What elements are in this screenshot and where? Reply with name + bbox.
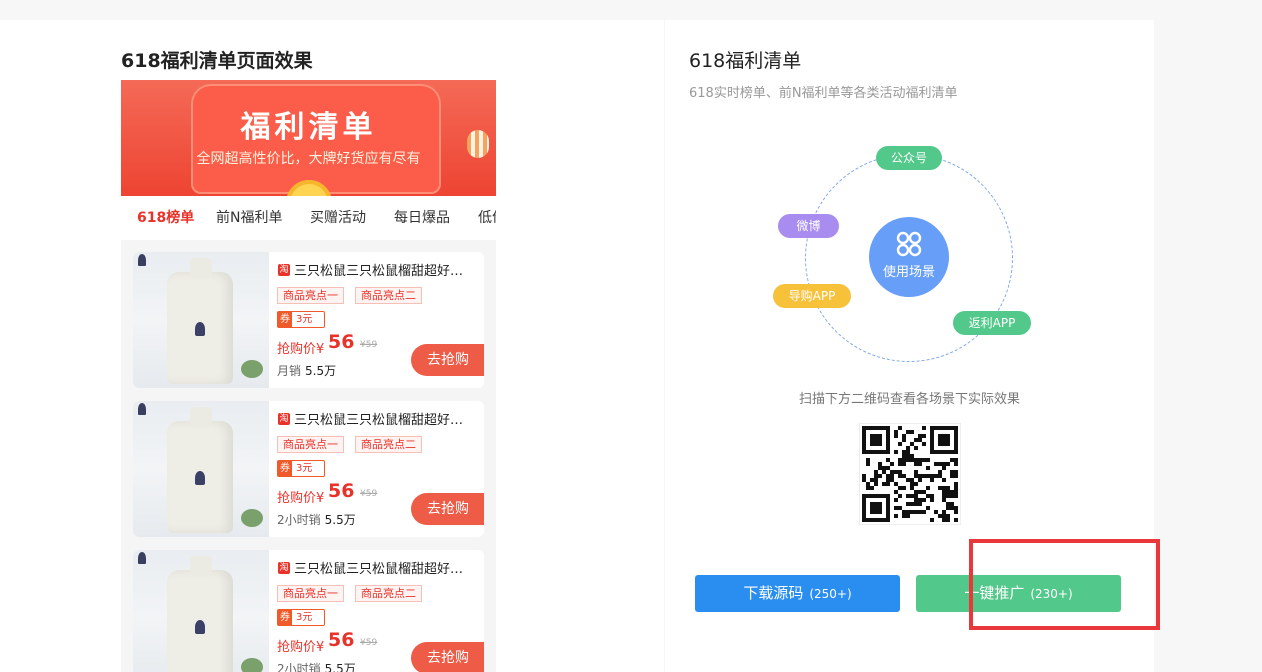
download-count: (250+) [809, 587, 852, 601]
coupon-value: 3元 [296, 314, 313, 325]
feature-tag: 商品亮点一 [277, 287, 344, 304]
balloon-icon [467, 130, 489, 158]
sales-value: 5.5万 [305, 364, 337, 378]
price-value: 56 [328, 629, 355, 651]
taobao-icon: 淘 [278, 562, 290, 574]
qr-code [859, 423, 961, 525]
product-image [133, 252, 269, 388]
channel-wechat-official: 公众号 [876, 146, 942, 170]
coupon-value: 3元 [296, 463, 313, 474]
highlight-annotation [969, 539, 1160, 630]
price-value: 56 [328, 480, 355, 502]
coupon-label: 券 [278, 312, 292, 327]
product-card[interactable]: 淘 三只松鼠三只松鼠榴甜超好吃... 商品亮点一 商品亮点二 券 3元 抢购价¥… [133, 252, 484, 388]
tab-low-price[interactable]: 低价 [478, 196, 496, 240]
brand-logo-icon [138, 552, 146, 564]
channel-shopping-guide-app: 导购APP [773, 284, 851, 308]
qr-code-icon [862, 426, 958, 522]
mobile-preview: 福利清单 全网超高性价比，大牌好货应有尽有 618榜单 前N福利单 买赠活动 每… [121, 80, 496, 672]
brand-logo-icon [138, 254, 146, 266]
banner-title: 福利清单 [240, 110, 377, 145]
original-price: ¥59 [360, 638, 378, 648]
product-card[interactable]: 淘 三只松鼠三只松鼠榴甜超好吃... 商品亮点一 商品亮点二 券 3元 抢购价¥… [133, 550, 484, 672]
info-title: 618福利清单 [689, 50, 802, 72]
product-title[interactable]: 三只松鼠三只松鼠榴甜超好吃... [294, 260, 474, 279]
banner-subtitle: 全网超高性价比，大牌好货应有尽有 [196, 151, 421, 167]
sales-info: 2小时销 5.5万 [277, 511, 356, 528]
brand-logo-icon [138, 403, 146, 415]
usage-scene-hub: 使用场景 [869, 217, 949, 297]
category-tabs: 618榜单 前N福利单 买赠活动 每日爆品 低价 [121, 196, 496, 240]
sales-label: 月销 [277, 364, 302, 378]
scan-hint: 扫描下方二维码查看各场景下实际效果 [798, 392, 1020, 407]
tab-top-n-welfare[interactable]: 前N福利单 [216, 196, 282, 240]
feature-tag: 商品亮点一 [277, 436, 344, 453]
coupon-badge: 券 3元 [277, 609, 325, 626]
bottle-logo-icon [195, 620, 205, 634]
bottle-logo-icon [195, 322, 205, 336]
leaf-icon [241, 360, 263, 378]
tab-618-ranking[interactable]: 618榜单 [137, 196, 194, 240]
taobao-icon: 淘 [278, 413, 290, 425]
bottle-cap-shape [190, 258, 212, 278]
original-price: ¥59 [360, 489, 378, 499]
coupon-value: 3元 [296, 612, 313, 623]
buy-button[interactable]: 去抢购 [411, 493, 484, 525]
price-label: 抢购价¥ [277, 491, 325, 506]
sales-value: 5.5万 [324, 513, 356, 527]
price-label: 抢购价¥ [277, 640, 325, 655]
preview-panel: 618福利清单页面效果 福利清单 全网超高性价比，大牌好货应有尽有 618榜单 … [0, 20, 664, 672]
price-value: 56 [328, 331, 355, 353]
channel-weibo: 微博 [778, 214, 839, 238]
coupon-label: 券 [278, 610, 292, 625]
leaf-icon [241, 658, 263, 672]
usage-scene-label: 使用场景 [882, 265, 935, 280]
feature-tag: 商品亮点二 [355, 585, 422, 602]
download-source-button[interactable]: 下载源码 (250+) [695, 575, 900, 612]
coupon-badge: 券 3元 [277, 311, 325, 328]
sales-info: 月销 5.5万 [277, 362, 336, 379]
bottle-cap-shape [190, 556, 212, 576]
sales-value: 5.5万 [324, 662, 356, 672]
sales-label: 2小时销 [277, 662, 321, 672]
channel-rebate-app: 返利APP [953, 311, 1031, 335]
buy-button[interactable]: 去抢购 [411, 642, 484, 672]
product-title[interactable]: 三只松鼠三只松鼠榴甜超好吃... [294, 558, 474, 577]
price-label: 抢购价¥ [277, 342, 325, 357]
tab-daily-hot[interactable]: 每日爆品 [394, 196, 450, 240]
product-title[interactable]: 三只松鼠三只松鼠榴甜超好吃... [294, 409, 474, 428]
feature-tag: 商品亮点一 [277, 585, 344, 602]
download-label: 下载源码 [743, 584, 804, 602]
original-price: ¥59 [360, 340, 378, 350]
leaf-icon [241, 509, 263, 527]
info-subtitle: 618实时榜单、前N福利单等各类活动福利清单 [689, 86, 958, 101]
bottle-logo-icon [195, 471, 205, 485]
app-grid-icon [896, 231, 922, 257]
bottle-cap-shape [190, 407, 212, 427]
product-image [133, 401, 269, 537]
feature-tag: 商品亮点二 [355, 287, 422, 304]
tab-buy-gift[interactable]: 买赠活动 [310, 196, 366, 240]
banner: 福利清单 全网超高性价比，大牌好货应有尽有 [121, 80, 496, 196]
sales-info: 2小时销 5.5万 [277, 660, 356, 672]
buy-button[interactable]: 去抢购 [411, 344, 484, 376]
coupon-badge: 券 3元 [277, 460, 325, 477]
product-image [133, 550, 269, 672]
sales-label: 2小时销 [277, 513, 321, 527]
feature-tag: 商品亮点二 [355, 436, 422, 453]
product-card[interactable]: 淘 三只松鼠三只松鼠榴甜超好吃... 商品亮点一 商品亮点二 券 3元 抢购价¥… [133, 401, 484, 537]
page-title: 618福利清单页面效果 [121, 50, 313, 72]
coupon-label: 券 [278, 461, 292, 476]
taobao-icon: 淘 [278, 264, 290, 276]
